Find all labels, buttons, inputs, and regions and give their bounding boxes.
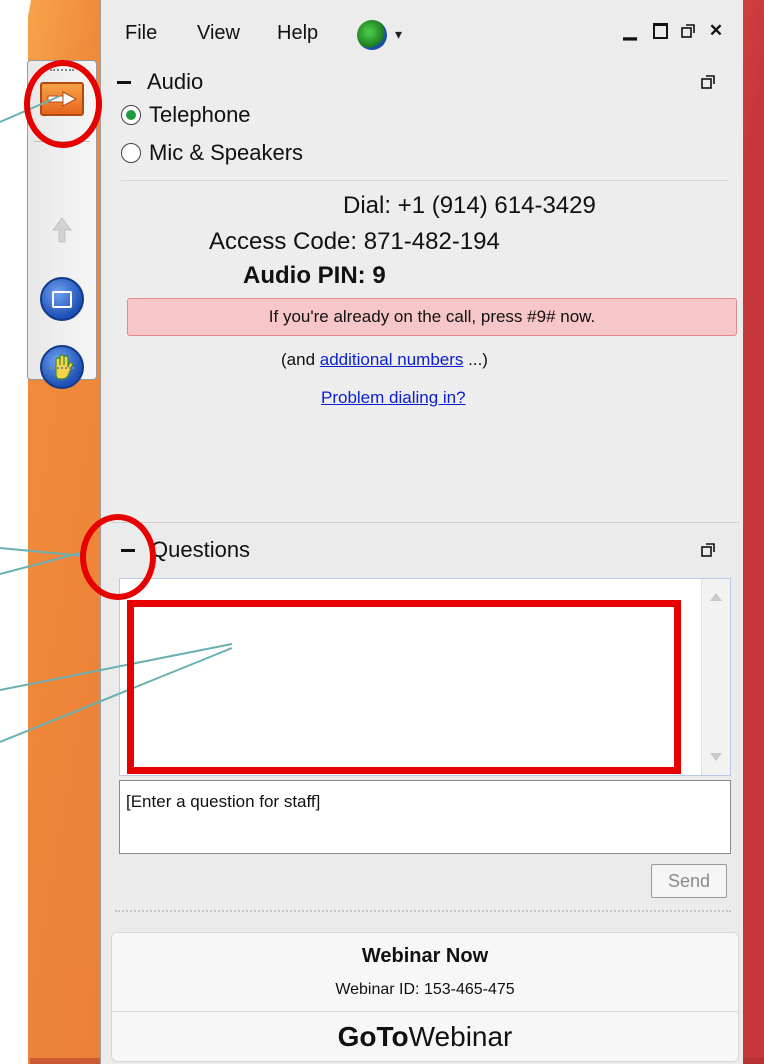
annotation-circle-collapse [80,514,156,600]
scroll-up-icon[interactable] [710,593,722,601]
radio-selected-icon[interactable] [121,105,141,125]
dial-number: Dial: +1 (914) 614-3429 [343,192,596,219]
screen-view-button[interactable] [40,277,84,321]
question-input[interactable] [120,781,730,823]
popout-icon[interactable] [699,74,717,90]
problem-dialing-link[interactable]: Problem dialing in? [321,388,466,408]
audio-header: Audio [117,64,203,100]
screen-icon [40,277,84,321]
minimize-icon[interactable]: ▁ [619,20,641,42]
telephone-option[interactable]: Telephone [121,98,251,132]
questions-title: Questions [151,537,251,562]
access-code: Access Code: 871-482-194 [209,228,500,255]
gotowebinar-logo: GoToWebinar [337,1021,513,1052]
question-input-box[interactable] [119,780,731,854]
mic-speakers-label: Mic & Speakers [149,140,304,165]
webinar-title: Webinar Now [361,945,489,967]
globe-icon[interactable] [357,20,387,50]
gotowebinar-control-panel: File View Help ▾ ▁ ✕ Audio Telephone Mic… [100,0,743,1064]
questions-scrollbar[interactable] [701,579,730,775]
annotation-circle-toolbar [24,60,102,148]
audio-divider [121,180,729,181]
audio-pin: Audio PIN: 9 [243,262,386,289]
collapse-icon[interactable] [117,80,131,84]
footer-divider [112,1011,738,1012]
webinar-info-card: Webinar Now Webinar ID: 153-465-475 GoTo… [111,932,739,1062]
annotation-rect-questions-log [127,600,681,774]
maximize-icon[interactable] [649,20,671,42]
telephone-label: Telephone [149,102,251,127]
mic-speakers-option[interactable]: Mic & Speakers [121,136,303,170]
menu-view[interactable]: View [197,22,240,45]
additional-numbers-link[interactable]: additional numbers [320,350,464,369]
additional-numbers-line: (and additional numbers ...) [281,350,488,369]
audio-pane: Audio Telephone Mic & Speakers Dial: +1 … [111,64,739,523]
menu-bar: File View Help ▾ ▁ ✕ [101,0,743,60]
radio-unselected-icon[interactable] [121,143,141,163]
popout-icon[interactable] [699,542,717,558]
share-screen-disabled-button[interactable] [40,209,84,253]
webinar-id: Webinar ID: 153-465-475 [335,981,515,998]
audio-title: Audio [147,69,204,94]
menu-help[interactable]: Help [277,22,318,45]
toolbar-grip-bottom[interactable] [50,367,74,372]
send-button[interactable]: Send [651,864,727,898]
restore-icon[interactable] [677,20,699,42]
chevron-down-icon[interactable]: ▾ [395,26,402,43]
already-on-call-notice: If you're already on the call, press #9#… [127,298,737,336]
pane-resize-grip[interactable] [115,910,731,914]
scroll-down-icon[interactable] [710,753,722,761]
close-icon[interactable]: ✕ [705,20,727,42]
menu-file[interactable]: File [125,22,157,45]
page-left-margin [0,0,28,1064]
upload-icon [52,217,72,243]
